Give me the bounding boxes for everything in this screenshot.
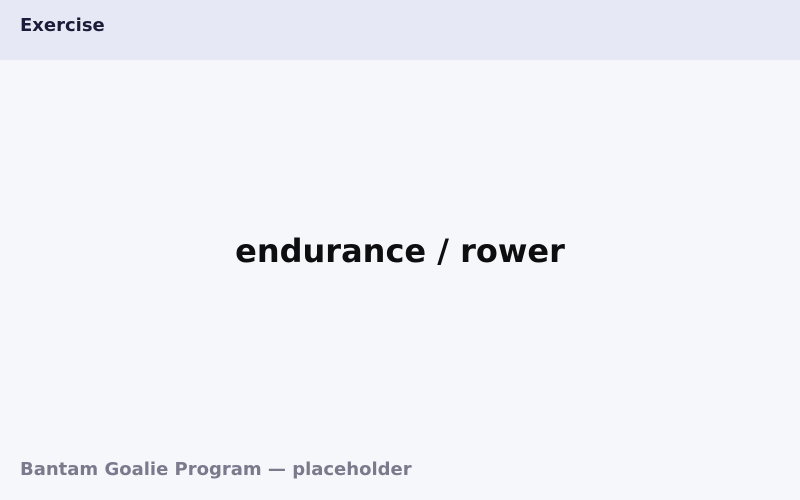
header-bar: Exercise — [0, 0, 800, 60]
exercise-name: endurance / rower — [235, 232, 565, 270]
page-title: Exercise — [20, 15, 105, 36]
main-content: endurance / rower — [0, 60, 800, 500]
program-placeholder-text: Bantam Goalie Program — placeholder — [20, 459, 412, 480]
